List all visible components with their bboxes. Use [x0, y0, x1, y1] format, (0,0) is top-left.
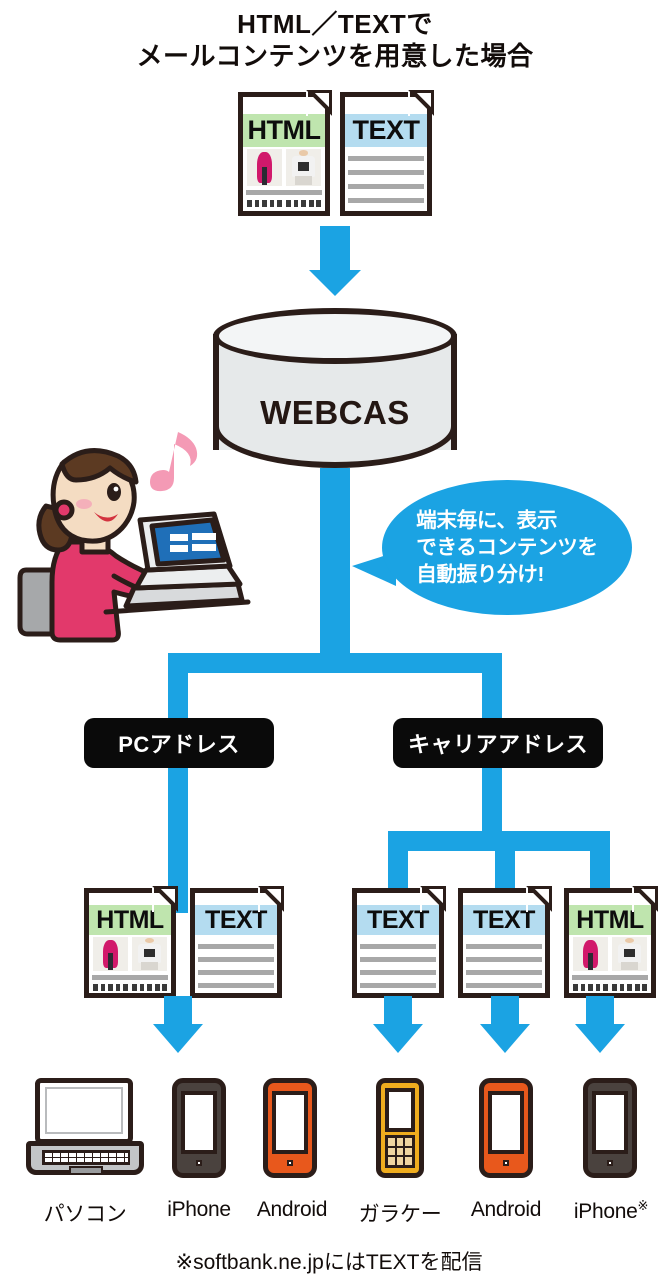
thumbnail-tshirt [131, 937, 167, 971]
thumbnail-tshirt [285, 149, 321, 186]
device-android-pc [263, 1078, 317, 1178]
flow-arrow-head-garakei [373, 1024, 423, 1053]
laptop-keyboard [42, 1150, 130, 1165]
phone-screen [487, 1091, 525, 1155]
flow-arrow-head-android-carrier [480, 1024, 530, 1053]
source-document-text: TEXT [340, 90, 434, 216]
laptop-lid [35, 1078, 133, 1144]
diagram-title: HTML／TEXTで メールコンテンツを用意した場合 [0, 8, 670, 72]
flow-arrow-shaft-to-webcas [320, 226, 350, 272]
page-fold-icon [258, 886, 284, 912]
document-text-lines [360, 944, 436, 988]
flow-arrow-head-iphone-pc [153, 1024, 203, 1053]
woman-at-laptop-icon [17, 432, 251, 643]
title-line-1: HTML／TEXTで [237, 9, 433, 39]
device-caption-android-pc: Android [256, 1198, 328, 1221]
phone-home-button [195, 1159, 203, 1167]
flow-arrow-shaft-android-carrier [491, 996, 519, 1026]
product-thumbnails [93, 937, 167, 971]
feature-phone-screen [385, 1088, 415, 1132]
address-label-carrier-text: キャリアアドレス [407, 732, 588, 757]
page-fold-icon [632, 886, 658, 912]
product-thumbnails [573, 937, 647, 971]
address-label-carrier[interactable]: キャリアアドレス [393, 718, 603, 768]
device-caption-iphone-carrier-text: iPhone [573, 1200, 638, 1223]
footnote-text: ※softbank.ne.jpにはTEXTを配信 [175, 1251, 483, 1274]
music-note-icon [150, 432, 198, 492]
flow-arrow-head-iphone-carrier [575, 1024, 625, 1053]
device-iphone-pc [172, 1078, 226, 1178]
flow-carrier-stem [482, 763, 502, 831]
document-text-lines [246, 190, 322, 195]
thumbnail-tshirt [611, 937, 647, 971]
phone-screen [271, 1091, 309, 1155]
document-blocks [573, 984, 648, 991]
flow-trunk-vertical [320, 468, 350, 656]
document-blocks [247, 200, 322, 207]
title-line-2: メールコンテンツを用意した場合 [136, 41, 534, 71]
device-caption-iphone-carrier: iPhone※ [556, 1198, 666, 1224]
page-fold-icon [420, 886, 446, 912]
delivered-document-pc-text: TEXT [190, 886, 284, 998]
device-caption-pc: パソコン [43, 1203, 127, 1226]
laptop-trackpad [69, 1166, 103, 1175]
bubble-line-3: 自動振り分け! [416, 563, 545, 586]
document-text-lines [466, 944, 542, 988]
speech-bubble: 端末毎に、表示 できるコンテンツを 自動振り分け! [382, 480, 632, 615]
flow-arrow-shaft-iphone-carrier [586, 996, 614, 1026]
phone-screen [180, 1091, 218, 1155]
flow-arrow-head-to-webcas [309, 270, 361, 296]
speech-bubble-text: 端末毎に、表示 できるコンテンツを 自動振り分け! [416, 507, 598, 588]
thumbnail-dress [247, 149, 283, 186]
phone-screen [591, 1091, 629, 1155]
device-iphone-carrier [583, 1078, 637, 1178]
page-fold-icon [526, 886, 552, 912]
device-feature-phone-garakei [376, 1078, 424, 1178]
operator-illustration [2, 424, 252, 644]
flow-distribution-bar [168, 653, 502, 673]
address-label-pc-text: PCアドレス [118, 732, 240, 757]
feature-phone-keypad [385, 1135, 415, 1168]
delivered-document-pc-html: HTML [84, 886, 178, 998]
device-caption-android-carrier: Android [470, 1198, 542, 1221]
footnote-marker: ※ [637, 1198, 649, 1213]
page-fold-icon [408, 90, 434, 116]
source-document-html: HTML [238, 90, 332, 216]
product-thumbnails [247, 149, 321, 186]
diagram-canvas: HTML／TEXTで メールコンテンツを用意した場合 HTML TEXT WEB… [0, 0, 670, 1286]
device-caption-iphone-pc: iPhone [167, 1198, 231, 1221]
delivered-document-carrier-text-1: TEXT [352, 886, 446, 998]
bubble-line-1: 端末毎に、表示 [416, 509, 558, 532]
delivered-document-carrier-html: HTML [564, 886, 658, 998]
device-laptop-pc [26, 1078, 144, 1178]
thumbnail-dress [573, 937, 609, 971]
laptop-base [26, 1141, 144, 1175]
phone-home-button [502, 1159, 510, 1167]
page-fold-icon [306, 90, 332, 116]
device-android-carrier [479, 1078, 533, 1178]
document-text-lines [92, 975, 168, 980]
device-caption-garakei: ガラケー [358, 1203, 442, 1226]
cylinder-top [213, 308, 457, 364]
document-text-lines [348, 156, 424, 203]
address-label-pc[interactable]: PCアドレス [84, 718, 274, 768]
document-text-lines [198, 944, 274, 988]
bubble-line-2: できるコンテンツを [416, 536, 598, 559]
delivered-document-carrier-text-2: TEXT [458, 886, 552, 998]
document-blocks [93, 984, 168, 991]
document-text-lines [572, 975, 648, 980]
phone-home-button [286, 1159, 294, 1167]
page-fold-icon [152, 886, 178, 912]
flow-arrow-shaft-iphone-pc [164, 996, 192, 1026]
thumbnail-dress [93, 937, 129, 971]
phone-home-button [606, 1159, 614, 1167]
flow-arrow-shaft-garakei [384, 996, 412, 1026]
